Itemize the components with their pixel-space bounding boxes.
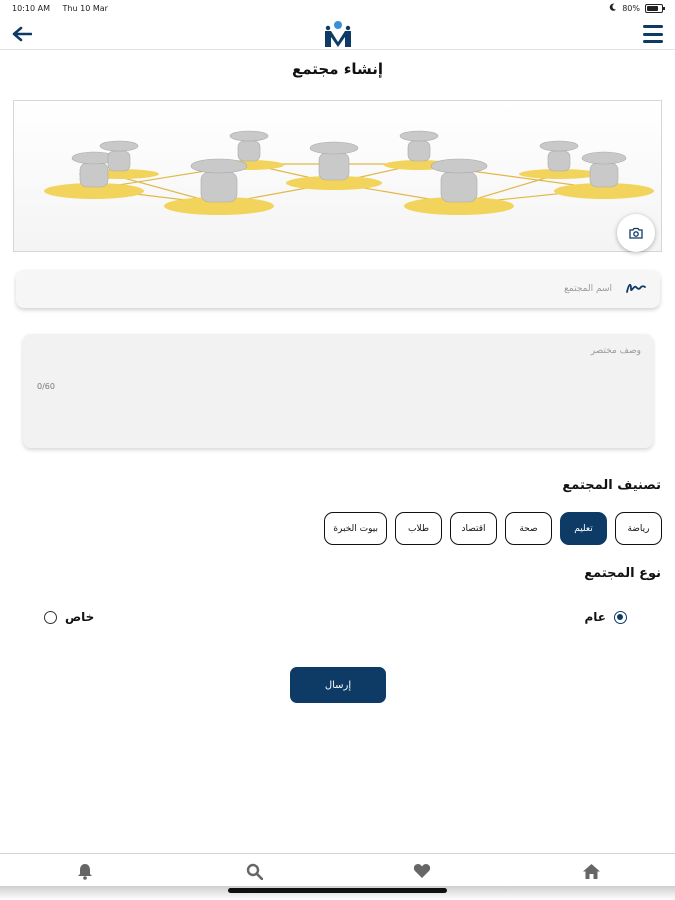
arrow-left-icon bbox=[12, 26, 32, 42]
top-app-bar bbox=[0, 18, 675, 50]
submit-button[interactable]: إرسال bbox=[290, 667, 386, 703]
status-date: Thu 10 Mar bbox=[62, 4, 108, 13]
community-name-field[interactable] bbox=[16, 270, 660, 308]
moon-icon bbox=[609, 3, 617, 13]
description-field[interactable]: 0/60 bbox=[23, 334, 653, 448]
radio-private[interactable]: خاص bbox=[44, 610, 94, 624]
battery-percent: 80% bbox=[622, 3, 640, 13]
category-chip[interactable]: صحة bbox=[505, 512, 552, 545]
home-indicator bbox=[228, 888, 447, 893]
description-counter: 0/60 bbox=[37, 382, 55, 391]
hamburger-menu-icon bbox=[643, 25, 663, 28]
page-title: إنشاء مجتمع bbox=[291, 60, 384, 78]
category-label: تصنيف المجتمع bbox=[562, 478, 661, 493]
camera-icon bbox=[629, 227, 643, 239]
search-icon bbox=[246, 863, 263, 880]
type-label: نوع المجتمع bbox=[584, 566, 661, 581]
nav-notifications[interactable] bbox=[74, 861, 96, 881]
status-time: 10:10 AM bbox=[12, 4, 50, 13]
heart-icon bbox=[413, 864, 431, 878]
category-chip[interactable]: طلاب bbox=[395, 512, 442, 545]
community-name-input[interactable] bbox=[212, 279, 612, 299]
radio-circle[interactable] bbox=[614, 610, 627, 624]
description-input[interactable] bbox=[81, 346, 641, 386]
menu-button[interactable] bbox=[643, 25, 663, 43]
change-cover-button[interactable] bbox=[617, 214, 655, 252]
category-chip[interactable]: رياضة bbox=[615, 512, 662, 545]
category-chip[interactable]: تعليم bbox=[560, 512, 607, 545]
status-bar: 10:10 AM Thu 10 Mar 80% bbox=[0, 0, 675, 18]
home-icon bbox=[582, 863, 600, 879]
radio-private-label: خاص bbox=[65, 610, 95, 624]
network-people-image bbox=[44, 130, 654, 215]
category-chips: رياضة تعليم صحة اقتصاد طلاب بيوت الخبرة bbox=[324, 512, 662, 545]
back-button[interactable] bbox=[10, 23, 34, 45]
battery-fill bbox=[647, 5, 658, 11]
nav-home[interactable] bbox=[580, 861, 602, 881]
nav-search[interactable] bbox=[243, 861, 265, 881]
bell-icon bbox=[78, 863, 92, 880]
radio-circle[interactable] bbox=[44, 610, 57, 624]
radio-public-label: عام bbox=[584, 610, 607, 624]
category-chip[interactable]: اقتصاد bbox=[450, 512, 497, 545]
app-logo bbox=[325, 21, 351, 47]
signature-icon bbox=[626, 283, 646, 293]
cover-image bbox=[13, 100, 662, 252]
battery-icon bbox=[645, 3, 665, 13]
radio-public[interactable]: عام bbox=[584, 610, 627, 624]
bottom-navigation bbox=[0, 853, 675, 886]
nav-favorites[interactable] bbox=[411, 861, 433, 881]
category-chip[interactable]: بيوت الخبرة bbox=[324, 512, 387, 545]
